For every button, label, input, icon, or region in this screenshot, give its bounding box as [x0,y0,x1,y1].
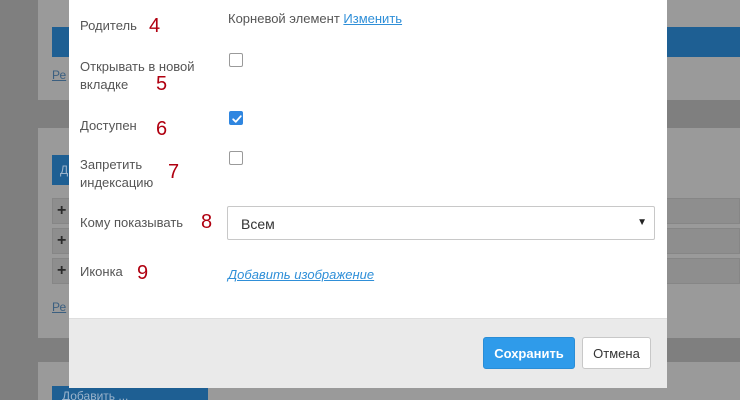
cancel-button[interactable]: Отмена [582,337,651,369]
parent-label: Родитель [80,18,137,33]
open-new-tab-label-line1: Открывать в новой [80,59,195,74]
caret-down-icon: ▼ [637,217,647,228]
icon-label: Иконка [80,264,123,279]
background-plus-icon-2: + [57,232,67,249]
menu-item-edit-modal: Родитель 4 Корневой элемент Изменить Отк… [69,0,667,388]
open-new-tab-checkbox[interactable] [229,53,243,67]
parent-value-text: Корневой элемент [228,11,340,26]
parent-value: Корневой элемент Изменить [228,10,402,28]
add-image-link[interactable]: Добавить изображение [228,266,374,284]
open-new-tab-label: Открывать в новой вкладке [80,58,195,94]
marker-7: 7 [168,161,180,183]
background-plus-icon-1: + [57,202,67,219]
checkmark-icon [232,115,242,123]
show-to-select[interactable]: Всем ▼ [227,206,655,240]
show-to-label: Кому показывать [80,215,184,230]
noindex-checkbox[interactable] [229,151,243,165]
modal-footer [69,318,667,388]
marker-8: 8 [201,211,213,233]
marker-6: 6 [156,118,168,140]
noindex-label: Запретить индексацию [80,156,153,192]
noindex-label-line1: Запретить [80,157,143,172]
noindex-label-line2: индексацию [80,175,154,190]
save-button[interactable]: Сохранить [483,337,575,369]
background-link-2: Ре [52,300,67,314]
background-button-bottom-label: Добавить ... [62,389,129,400]
open-new-tab-label-line2: вкладке [80,77,129,92]
marker-5: 5 [156,73,168,95]
marker-4: 4 [149,15,161,37]
background-link-1: Ре [52,68,67,82]
available-checkbox[interactable] [229,111,243,125]
available-label: Доступен [80,118,137,133]
show-to-selected-value: Всем [241,216,275,232]
parent-change-link[interactable]: Изменить [343,11,402,26]
marker-9: 9 [137,262,149,284]
background-plus-icon-3: + [57,262,67,279]
